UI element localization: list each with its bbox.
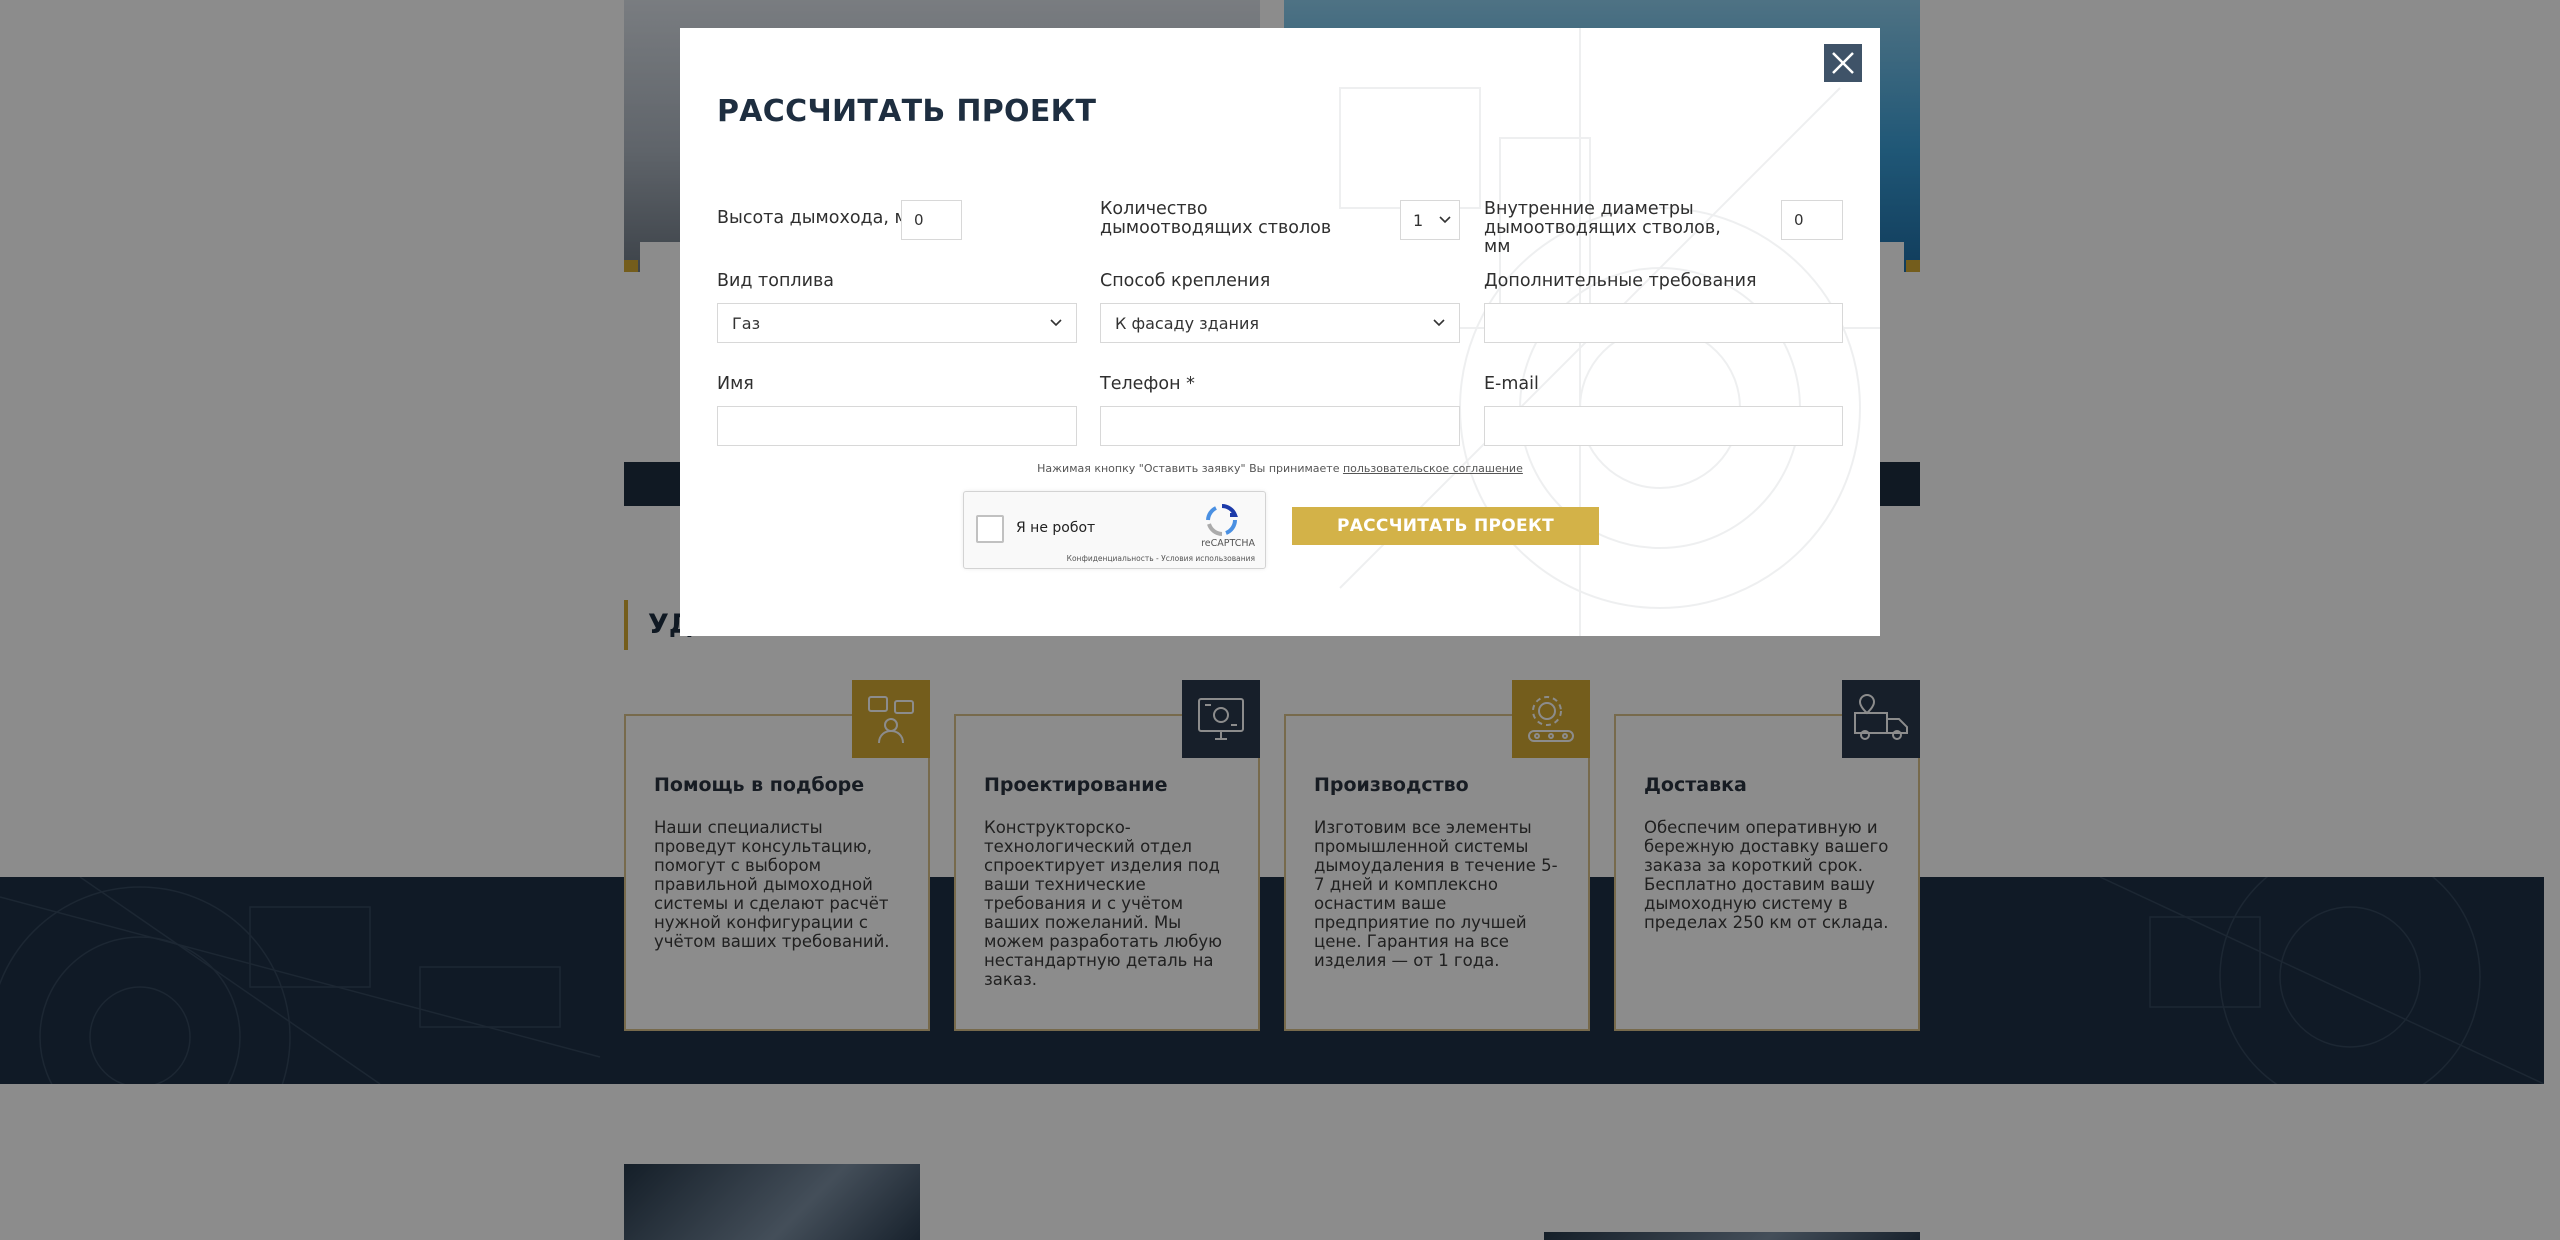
user-agreement-link[interactable]: пользовательское соглашение xyxy=(1343,462,1523,475)
fuel-type-select[interactable]: Газ xyxy=(717,303,1077,343)
close-icon xyxy=(1832,52,1854,74)
name-input[interactable] xyxy=(717,406,1077,446)
extra-requirements-input[interactable] xyxy=(1484,303,1843,343)
extra-requirements-label: Дополнительные требования xyxy=(1484,271,1757,291)
calculate-project-modal: РАССЧИТАТЬ ПРОЕКТ Высота дымохода, м Кол… xyxy=(680,28,1880,636)
name-label: Имя xyxy=(717,374,754,394)
email-input[interactable] xyxy=(1484,406,1843,446)
modal-title: РАССЧИТАТЬ ПРОЕКТ xyxy=(717,94,1097,129)
recaptcha-terms-link[interactable]: Условия использования xyxy=(1161,554,1255,563)
email-label: E-mail xyxy=(1484,374,1539,394)
flues-count-label: Количество дымоотводящих стволов xyxy=(1100,199,1332,238)
recaptcha-privacy-link[interactable]: Конфиденциальность xyxy=(1067,554,1154,563)
recaptcha-checkbox[interactable] xyxy=(976,515,1004,543)
flues-count-value: 1 xyxy=(1413,210,1424,230)
diameter-input[interactable] xyxy=(1781,200,1843,240)
flues-count-select[interactable]: 1 xyxy=(1400,200,1460,240)
phone-input[interactable] xyxy=(1100,406,1460,446)
recaptcha-brand: reCAPTCHA xyxy=(1201,538,1255,549)
recaptcha-widget: Я не робот reCAPTCHA Конфиденциальность … xyxy=(963,491,1266,569)
chevron-down-icon xyxy=(1433,319,1445,327)
diameter-label: Внутренние диаметры дымоотводящих стволо… xyxy=(1484,199,1721,257)
fuel-type-value: Газ xyxy=(732,313,761,333)
chevron-down-icon xyxy=(1439,216,1451,224)
mount-method-label: Способ крепления xyxy=(1100,271,1271,291)
height-label: Высота дымохода, м xyxy=(717,208,908,228)
height-input[interactable] xyxy=(901,200,962,240)
recaptcha-label: Я не робот xyxy=(1016,520,1096,536)
fuel-type-label: Вид топлива xyxy=(717,271,834,291)
agreement-text: Нажимая кнопку "Оставить заявку" Вы прин… xyxy=(1037,462,1340,475)
agreement-notice: Нажимая кнопку "Оставить заявку" Вы прин… xyxy=(680,462,1880,475)
recaptcha-links: Конфиденциальность - Условия использован… xyxy=(1067,554,1255,563)
chevron-down-icon xyxy=(1050,319,1062,327)
phone-label: Телефон * xyxy=(1100,374,1195,394)
recaptcha-logo-icon xyxy=(1206,504,1238,536)
mount-method-value: К фасаду здания xyxy=(1115,313,1260,333)
mount-method-select[interactable]: К фасаду здания xyxy=(1100,303,1460,343)
modal-close-button[interactable] xyxy=(1824,44,1862,82)
calculate-project-button[interactable]: РАССЧИТАТЬ ПРОЕКТ xyxy=(1292,507,1599,545)
